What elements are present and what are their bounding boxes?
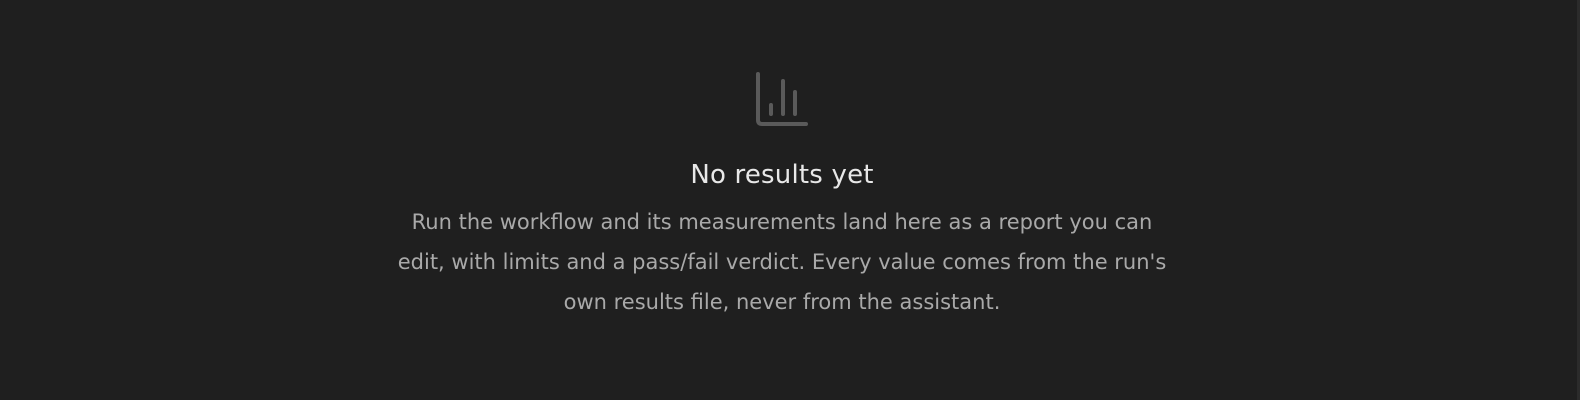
results-panel: No results yet Run the workflow and its … — [0, 0, 1580, 400]
bar-chart-icon — [754, 72, 810, 128]
empty-state-title: No results yet — [690, 160, 874, 190]
empty-state-description: Run the workflow and its measurements la… — [397, 210, 1167, 314]
empty-state: No results yet Run the workflow and its … — [0, 72, 1564, 322]
